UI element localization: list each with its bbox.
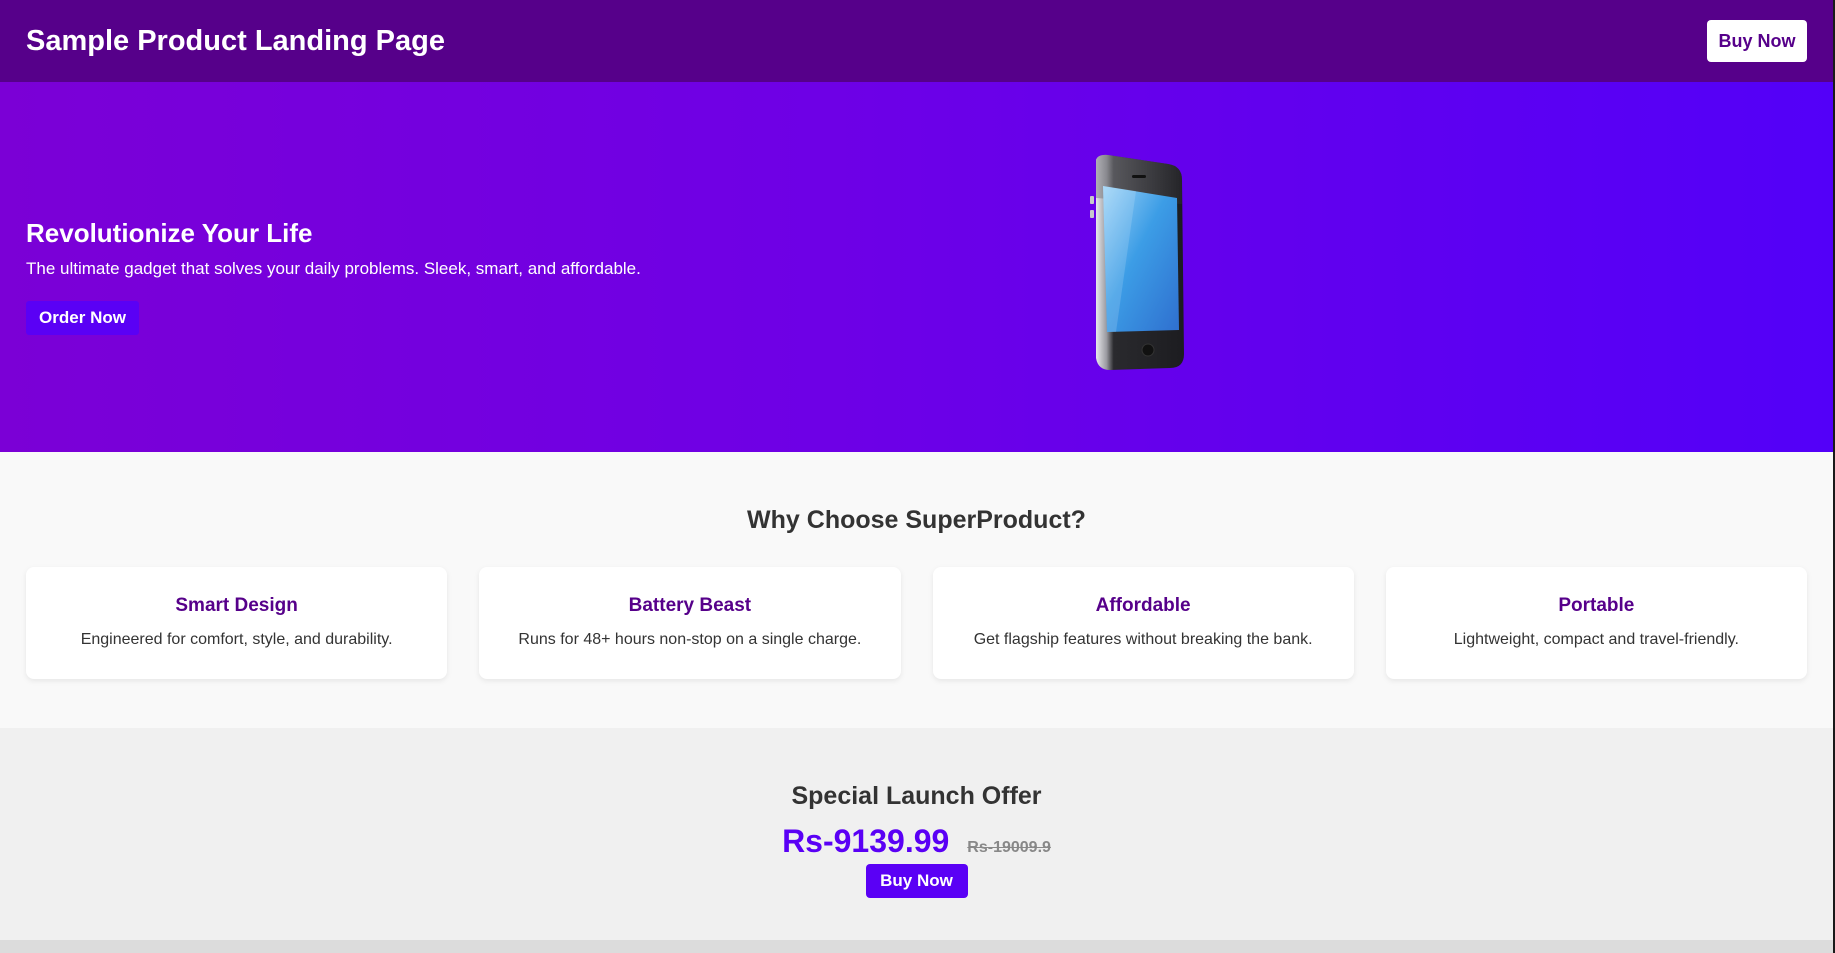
- feature-card-portable: Portable Lightweight, compact and travel…: [1385, 567, 1807, 679]
- feature-title: Affordable: [1095, 595, 1191, 616]
- hero-subtitle: The ultimate gadget that solves your dai…: [26, 259, 641, 278]
- feature-title: Battery Beast: [628, 595, 752, 616]
- feature-description: Get flagship features without breaking t…: [973, 631, 1313, 648]
- page-title: Sample Product Landing Page: [26, 24, 445, 57]
- offer-section: Special Launch Offer Rs-9139.99 Rs-19009…: [0, 728, 1833, 940]
- feature-title: Smart Design: [175, 595, 298, 616]
- feature-title: Portable: [1558, 595, 1635, 616]
- feature-card-battery-beast: Battery Beast Runs for 48+ hours non-sto…: [479, 567, 901, 679]
- order-now-button[interactable]: Order Now: [26, 301, 139, 335]
- current-price: Rs-9139.99: [782, 823, 950, 859]
- offer-title: Special Launch Offer: [791, 782, 1042, 810]
- feature-card-smart-design: Smart Design Engineered for comfort, sty…: [26, 567, 448, 679]
- features-title: Why Choose SuperProduct?: [747, 506, 1086, 534]
- footer-strip: [0, 940, 1833, 953]
- price-row: Rs-9139.99 Rs-19009.9: [0, 823, 1833, 860]
- features-section: Why Choose SuperProduct? Smart Design En…: [0, 452, 1833, 728]
- hero-section: Revolutionize Your Life The ultimate gad…: [0, 82, 1833, 452]
- feature-description: Runs for 48+ hours non-stop on a single …: [518, 631, 862, 648]
- smartphone-icon: [1086, 154, 1186, 372]
- feature-card-affordable: Affordable Get flagship features without…: [932, 567, 1354, 679]
- hero-title: Revolutionize Your Life: [26, 218, 313, 248]
- feature-description: Lightweight, compact and travel-friendly…: [1453, 631, 1739, 648]
- top-header: Sample Product Landing Page Buy Now: [0, 0, 1833, 82]
- header-buy-now-button[interactable]: Buy Now: [1707, 20, 1807, 62]
- old-price: Rs-19009.9: [967, 839, 1051, 856]
- landing-page: Sample Product Landing Page Buy Now Revo…: [0, 0, 1833, 953]
- feature-grid: Smart Design Engineered for comfort, sty…: [0, 567, 1833, 679]
- feature-description: Engineered for comfort, style, and durab…: [80, 631, 393, 648]
- hero-text: Revolutionize Your Life The ultimate gad…: [26, 218, 641, 335]
- offer-buy-now-button[interactable]: Buy Now: [865, 864, 968, 898]
